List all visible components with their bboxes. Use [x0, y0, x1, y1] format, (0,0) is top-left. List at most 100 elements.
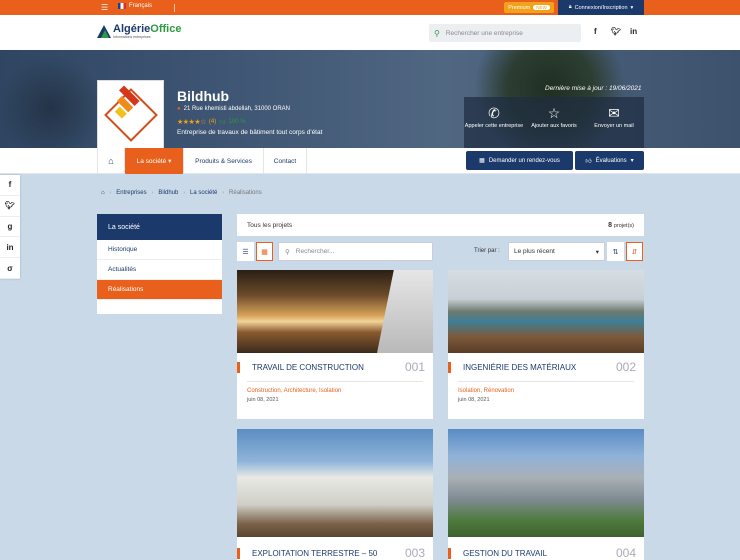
nav-contact[interactable]: Contact: [264, 148, 307, 174]
premium-pill: NEW: [533, 5, 550, 10]
language-selector[interactable]: Français: [118, 3, 152, 9]
mail-label: Envoyer un mail: [594, 123, 634, 129]
twitter-icon[interactable]: 🐦︎: [611, 27, 621, 36]
site-header: AlgérieOffice Informations entreprises ⚲…: [0, 15, 740, 50]
top-bar: ☰ Français Premium NEW 🔒︎ Connexion/Insc…: [0, 0, 740, 15]
project-search-input[interactable]: ⚲ Rechercher...: [278, 242, 433, 261]
lock-icon: 🔒︎: [568, 4, 572, 10]
search-placeholder: Rechercher une entreprise: [445, 29, 523, 37]
facebook-icon[interactable]: f: [594, 27, 597, 36]
breadcrumb-society[interactable]: La société: [190, 190, 217, 196]
grid-view-icon[interactable]: ▦: [256, 242, 273, 261]
project-title: EXPLOITATION TERRESTRE – 50: [237, 547, 377, 559]
last-update: Dernière mise à jour : 19/06/2021: [545, 85, 642, 92]
sort-select[interactable]: Le plus récent ▾: [508, 242, 605, 261]
breadcrumb-company[interactable]: Bildhub: [158, 190, 178, 196]
add-favorite-button[interactable]: ☆ Ajouter aux favoris: [524, 97, 584, 148]
project-categories[interactable]: Isolation, Rénovation: [448, 388, 644, 394]
facebook-share-icon[interactable]: f: [0, 175, 20, 196]
society-menu-title: La société: [97, 214, 222, 240]
society-menu: La société Historique Actualités Réalisa…: [97, 214, 222, 314]
caret-down-icon: ▾: [595, 248, 599, 256]
project-image: [448, 429, 644, 537]
project-date: juin 08, 2021: [247, 397, 279, 403]
reviews-button[interactable]: 👍︎ Évaluations ▾: [575, 151, 644, 170]
divider: [174, 4, 175, 12]
nav-society[interactable]: La société ▾: [125, 148, 184, 174]
project-number: 001: [404, 360, 425, 374]
menu-item-achievements[interactable]: Réalisations: [97, 280, 222, 300]
france-flag-icon: [118, 3, 126, 9]
chevron-right-icon: ›: [222, 190, 225, 196]
hero-machine-shape: [0, 50, 100, 148]
project-search-placeholder: Rechercher...: [295, 248, 335, 255]
projects-heading: Tous les projets: [247, 221, 293, 229]
company-description: Entreprise de travaux de bâtiment tout c…: [177, 129, 323, 136]
company-address: ● 21 Rue khemisti abdellah, 31000 ORAN: [177, 106, 290, 112]
reviews-label: Évaluations: [595, 157, 627, 164]
project-title: GESTION DU TRAVAIL: [448, 547, 547, 559]
premium-label: Premium: [508, 4, 531, 11]
thumbs-up-icon: 👍︎: [219, 120, 226, 126]
caret-down-icon: ▾: [168, 158, 172, 165]
project-title: INGENIÉRIE DES MATÉRIAUX: [448, 361, 576, 373]
thumbs-up-icon: 👍︎: [585, 158, 592, 165]
linkedin-icon[interactable]: in: [630, 27, 637, 36]
call-company-button[interactable]: ✆ Appeler cette entreprise: [464, 97, 524, 148]
login-button[interactable]: 🔒︎ Connexion/Inscription ▾: [558, 0, 644, 15]
search-icon: ⚲: [285, 248, 290, 256]
google-share-icon[interactable]: g: [0, 217, 20, 238]
project-card[interactable]: TRAVAIL DE CONSTRUCTION 001 Construction…: [237, 270, 433, 419]
caret-down-icon: ▾: [630, 158, 634, 164]
projects-count: 8 projet(s): [608, 221, 634, 229]
sort-value: Le plus récent: [514, 248, 555, 255]
viadeo-share-icon[interactable]: σ: [0, 258, 20, 279]
share-sidebar: f 🐦︎ g in σ: [0, 175, 20, 279]
logo-mark-icon: [97, 25, 111, 38]
mail-icon: ✉: [608, 105, 620, 121]
sort-asc-icon[interactable]: ⇅: [607, 242, 624, 261]
project-card[interactable]: INGENIÉRIE DES MATÉRIAUX 002 Isolation, …: [448, 270, 644, 419]
project-categories[interactable]: Construction, Architecture, Isolation: [237, 388, 433, 394]
logo-name: AlgérieOffice: [113, 23, 182, 35]
project-card[interactable]: GESTION DU TRAVAIL 004: [448, 429, 644, 560]
appointment-button[interactable]: ▦ Demander un rendez-vous: [466, 151, 573, 170]
send-mail-button[interactable]: ✉ Envoyer un mail: [584, 97, 644, 148]
search-icon: ⚲: [434, 28, 440, 38]
project-image: [237, 429, 433, 537]
nav-products[interactable]: Produits & Services: [184, 148, 264, 174]
twitter-share-icon[interactable]: 🐦︎: [0, 196, 20, 217]
project-image: [448, 270, 644, 353]
star-icon: ☆: [547, 105, 561, 121]
logo-tagline: Informations entreprises: [113, 35, 151, 39]
company-logo: [97, 80, 164, 149]
projects-header: Tous les projets 8 projet(s): [237, 214, 644, 236]
menu-item-news[interactable]: Actualités: [97, 260, 222, 280]
premium-button[interactable]: Premium NEW: [504, 2, 554, 13]
nav-society-label: La société: [136, 157, 167, 165]
chevron-right-icon: ›: [109, 190, 112, 196]
address-text: 21 Rue khemisti abdellah, 31000 ORAN: [183, 106, 291, 112]
menu-icon[interactable]: ☰: [101, 3, 108, 12]
nav-home-icon[interactable]: ⌂: [97, 148, 125, 174]
phone-icon: ✆: [488, 105, 500, 121]
chevron-right-icon: ›: [183, 190, 186, 196]
breadcrumb-enterprises[interactable]: Entreprises: [116, 190, 146, 196]
company-actions: ✆ Appeler cette entreprise ☆ Ajouter aux…: [464, 97, 644, 148]
company-rating[interactable]: ★★★★☆ (4) 👍︎ 100 %: [177, 118, 246, 126]
company-search-input[interactable]: ⚲ Rechercher une entreprise: [429, 24, 581, 42]
recommend-rate: 100 %: [228, 119, 246, 125]
site-logo[interactable]: AlgérieOffice Informations entreprises: [97, 24, 181, 39]
calendar-icon: ▦: [479, 158, 485, 164]
linkedin-share-icon[interactable]: in: [0, 237, 20, 259]
breadcrumb-current: Réalisations: [229, 190, 262, 196]
list-view-icon[interactable]: ☰: [237, 242, 254, 261]
caret-down-icon: ▾: [630, 4, 634, 11]
company-name: Bildhub: [177, 88, 230, 104]
sort-desc-icon[interactable]: ⇵: [626, 242, 643, 261]
projects-toolbar: ☰ ▦ ⚲ Rechercher... Trier par : Le plus …: [237, 242, 644, 262]
project-number: 002: [615, 360, 636, 374]
menu-item-history[interactable]: Historique: [97, 240, 222, 260]
project-card[interactable]: EXPLOITATION TERRESTRE – 50 003: [237, 429, 433, 560]
home-icon[interactable]: ⌂: [101, 190, 105, 196]
